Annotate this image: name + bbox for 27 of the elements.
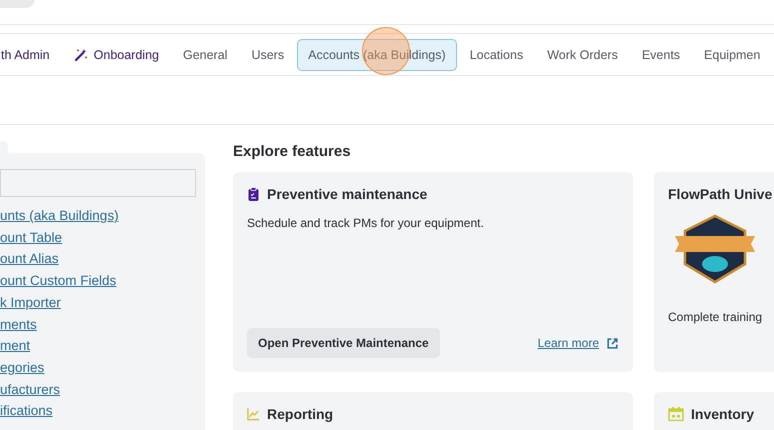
open-button[interactable]: Open Preventive Maintenance (247, 328, 440, 358)
card-description: Schedule and track PMs for your equipment. (247, 216, 485, 230)
sidebar-link[interactable]: ount Alias (0, 248, 196, 270)
sidebar-link[interactable]: unts (aka Buildings) (0, 205, 196, 227)
card-title: Inventory (691, 406, 754, 422)
sidebar-link[interactable]: ount Custom Fields (0, 270, 196, 292)
sidebar-link[interactable]: ments (0, 314, 196, 336)
nav-tab[interactable]: Equipmen (693, 38, 772, 70)
sidebar-link[interactable]: ount Table (0, 226, 196, 248)
nav-tab[interactable]: Work Orders (536, 38, 629, 70)
section-heading: Explore features (233, 143, 352, 160)
learn-more-link[interactable]: Learn more (538, 336, 619, 350)
nav-tab[interactable]: Onboarding (62, 38, 170, 70)
nav-tab[interactable]: th Admin (0, 38, 61, 70)
sidebar-link[interactable]: ifications (0, 400, 196, 422)
sidebar-link[interactable]: egories (0, 356, 196, 379)
nav-tab[interactable]: Locations (458, 38, 534, 70)
sidebar-link[interactable]: ment (0, 335, 196, 357)
nav-tab[interactable]: General (172, 38, 238, 70)
sidebar-link[interactable]: k Importer (0, 292, 196, 314)
card-description: Complete training (668, 310, 764, 324)
card-title: FlowPath Unive (668, 186, 772, 202)
sidebar-link[interactable]: ufacturers (0, 378, 196, 400)
nav-tab[interactable]: Users (240, 38, 296, 70)
card-title: Reporting (267, 406, 334, 422)
nav-tab[interactable]: Events (630, 38, 692, 70)
card-title: Preventive maintenance (267, 186, 428, 202)
